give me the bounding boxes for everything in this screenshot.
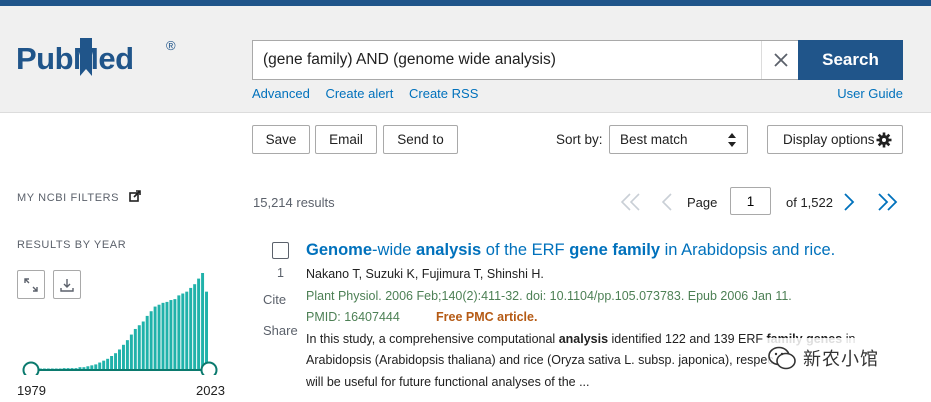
search-button[interactable]: Search xyxy=(798,40,903,80)
sort-arrows-icon xyxy=(728,133,736,147)
year-end-label: 2023 xyxy=(196,383,225,398)
result-number: 1 xyxy=(277,266,284,280)
user-guide-link[interactable]: User Guide xyxy=(837,86,903,101)
year-bar[interactable] xyxy=(106,358,110,370)
year-bar[interactable] xyxy=(118,349,121,370)
title-part: Genome xyxy=(306,241,373,259)
wechat-logo-icon xyxy=(768,346,796,370)
bookmark-icon xyxy=(80,38,92,76)
result-title-link[interactable]: Genome-wide analysis of the ERF gene fam… xyxy=(306,241,835,260)
sort-select[interactable]: Best match xyxy=(609,125,748,154)
year-bar[interactable] xyxy=(114,353,118,370)
year-bar[interactable] xyxy=(165,301,169,370)
share-button[interactable]: Share xyxy=(263,323,298,338)
search-input[interactable] xyxy=(263,41,753,79)
search-sublinks: Advanced Create alert Create RSS xyxy=(252,86,490,101)
create-rss-link[interactable]: Create RSS xyxy=(409,86,478,101)
sort-label: Sort by: xyxy=(556,132,603,147)
previous-page-button[interactable] xyxy=(661,191,673,213)
display-options-label: Display options xyxy=(783,132,875,147)
page-number-input[interactable] xyxy=(730,187,771,215)
year-bar[interactable] xyxy=(161,302,165,370)
year-bar[interactable] xyxy=(149,311,153,370)
results-by-year-chart[interactable] xyxy=(17,265,227,375)
year-bar[interactable] xyxy=(98,362,102,370)
header: PubMed ® Search Advanced Create alert Cr… xyxy=(0,6,931,113)
my-ncbi-filters-heading[interactable]: MY NCBI FILTERS xyxy=(17,190,141,204)
year-bar[interactable] xyxy=(177,295,181,370)
year-bar[interactable] xyxy=(137,325,141,370)
year-bar[interactable] xyxy=(189,287,193,370)
title-part: -wide xyxy=(372,241,417,259)
result-authors: Nakano T, Suzuki K, Fujimura T, Shinshi … xyxy=(306,267,544,281)
pubmed-logo[interactable]: PubMed ® xyxy=(16,34,191,84)
year-bar[interactable] xyxy=(125,340,129,370)
year-bar[interactable] xyxy=(201,273,205,370)
year-bar[interactable] xyxy=(181,293,185,370)
sort-value: Best match xyxy=(620,132,688,147)
year-bar[interactable] xyxy=(102,360,106,370)
range-start-handle[interactable] xyxy=(22,361,40,376)
logo-text: PubMed xyxy=(16,41,134,76)
title-part: gene family xyxy=(569,241,661,259)
year-bar[interactable] xyxy=(145,315,149,370)
title-part: in Arabidopsis and rice. xyxy=(660,241,836,259)
year-bar[interactable] xyxy=(185,291,189,370)
page-total: of 1,522 xyxy=(786,195,833,210)
filters-heading-text: MY NCBI FILTERS xyxy=(17,192,120,204)
year-bar[interactable] xyxy=(153,306,157,370)
double-chevron-left-icon xyxy=(620,193,640,211)
year-bar[interactable] xyxy=(121,344,125,370)
watermark-text: 新农小馆 xyxy=(803,349,879,369)
display-options-button[interactable]: Display options xyxy=(767,125,903,154)
gear-icon xyxy=(876,132,892,148)
next-page-button[interactable] xyxy=(843,191,855,213)
title-part: analysis xyxy=(416,241,482,259)
first-page-button[interactable] xyxy=(620,191,642,213)
results-by-year-heading: RESULTS BY YEAR xyxy=(17,239,127,251)
year-bar[interactable] xyxy=(197,278,201,370)
year-bar[interactable] xyxy=(193,284,197,370)
snippet-line: Arabidopsis (Arabidopsis thaliana) and r… xyxy=(306,353,774,367)
results-count: 15,214 results xyxy=(253,195,335,210)
email-button[interactable]: Email xyxy=(315,125,377,154)
registered-mark: ® xyxy=(166,38,176,53)
page-label: Page xyxy=(687,195,718,210)
external-link-icon xyxy=(128,190,141,202)
snippet-part: identified 122 and 139 ERF xyxy=(608,332,767,346)
create-alert-link[interactable]: Create alert xyxy=(325,86,393,101)
result-checkbox[interactable] xyxy=(272,242,289,259)
snippet-part: analysis xyxy=(558,332,609,346)
chevron-right-icon xyxy=(844,193,855,211)
clear-search-button[interactable] xyxy=(761,41,799,79)
watermark: 新农小馆 xyxy=(767,338,927,378)
double-chevron-right-icon xyxy=(878,193,898,211)
free-pmc-article-link[interactable]: Free PMC article. xyxy=(436,310,537,324)
cite-button[interactable]: Cite xyxy=(263,292,286,307)
result-pmid: PMID: 16407444 xyxy=(306,310,400,324)
year-bar[interactable] xyxy=(169,300,173,370)
year-bar[interactable] xyxy=(205,291,208,370)
advanced-link[interactable]: Advanced xyxy=(252,86,310,101)
year-bar[interactable] xyxy=(110,356,114,370)
save-button[interactable]: Save xyxy=(252,125,310,154)
snippet-part: will be useful for future functional ana… xyxy=(306,375,590,389)
year-bar[interactable] xyxy=(129,334,133,370)
snippet-part: Arabidopsis (Arabidopsis thaliana) and r… xyxy=(306,353,774,367)
year-start-label: 1979 xyxy=(17,383,46,398)
year-bar[interactable] xyxy=(173,299,177,370)
title-part: of the ERF xyxy=(481,241,570,259)
snippet-part: In this study, a comprehensive computati… xyxy=(306,332,559,346)
close-icon xyxy=(773,53,788,67)
send-to-button[interactable]: Send to xyxy=(383,125,458,154)
last-page-button[interactable] xyxy=(876,191,898,213)
search-box xyxy=(252,40,798,80)
year-bar[interactable] xyxy=(133,328,137,370)
year-bar[interactable] xyxy=(141,321,145,371)
result-citation: Plant Physiol. 2006 Feb;140(2):411-32. d… xyxy=(306,289,792,303)
snippet-line: will be useful for future functional ana… xyxy=(306,375,590,389)
year-bar[interactable] xyxy=(157,304,161,370)
range-end-handle[interactable] xyxy=(200,361,218,376)
chevron-left-icon xyxy=(661,193,672,211)
